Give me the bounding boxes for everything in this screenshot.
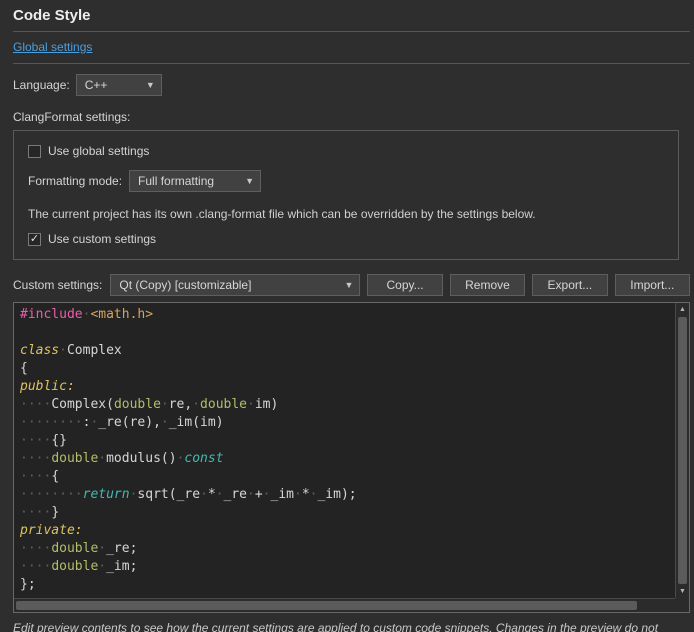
- horizontal-scrollbar[interactable]: [14, 598, 675, 612]
- code-line[interactable]: [20, 324, 667, 342]
- formatting-mode-row: Formatting mode: Full formatting ▼: [28, 170, 664, 192]
- code-line[interactable]: ····double·_re;: [20, 540, 667, 558]
- code-line[interactable]: ····double·_im;: [20, 558, 667, 576]
- language-dropdown[interactable]: C++ ▼: [76, 74, 162, 96]
- import-button[interactable]: Import...: [615, 274, 690, 296]
- use-custom-settings-checkbox[interactable]: ✓ Use custom settings: [28, 232, 664, 246]
- code-line[interactable]: {: [20, 360, 667, 378]
- code-line[interactable]: };: [20, 576, 667, 594]
- checkbox-checked-icon[interactable]: ✓: [28, 233, 41, 246]
- custom-settings-value: Qt (Copy) [customizable]: [119, 278, 251, 292]
- code-line[interactable]: public:: [20, 378, 667, 396]
- scrollbar-corner: [675, 598, 689, 612]
- code-style-page: Code Style Global settings Language: C++…: [0, 0, 694, 632]
- language-value: C++: [85, 78, 108, 92]
- code-line[interactable]: ····Complex(double·re,·double·im): [20, 396, 667, 414]
- remove-button[interactable]: Remove: [450, 274, 525, 296]
- language-label: Language:: [13, 78, 70, 92]
- horizontal-scrollbar-handle[interactable]: [16, 601, 637, 610]
- chevron-down-icon: ▼: [245, 176, 254, 186]
- clangformat-settings-label: ClangFormat settings:: [13, 110, 691, 124]
- use-global-settings-checkbox[interactable]: Use global settings: [28, 144, 664, 158]
- code-line[interactable]: class·Complex: [20, 342, 667, 360]
- use-custom-settings-label: Use custom settings: [48, 232, 156, 246]
- vertical-scrollbar-handle[interactable]: [678, 317, 687, 584]
- use-global-settings-label: Use global settings: [48, 144, 149, 158]
- code-line[interactable]: ····{: [20, 468, 667, 486]
- checkbox-unchecked-icon[interactable]: [28, 145, 41, 158]
- copy-button[interactable]: Copy...: [367, 274, 442, 296]
- code-line[interactable]: private:: [20, 522, 667, 540]
- code-line[interactable]: ····}: [20, 504, 667, 522]
- language-row: Language: C++ ▼: [13, 74, 691, 96]
- code-line[interactable]: ····double·modulus()·const: [20, 450, 667, 468]
- vertical-scrollbar[interactable]: ▲ ▼: [675, 303, 689, 598]
- formatting-mode-value: Full formatting: [138, 174, 214, 188]
- clang-format-file-note: The current project has its own .clang-f…: [28, 207, 664, 221]
- page-title: Code Style: [13, 7, 691, 24]
- code-preview-editor[interactable]: #include·<math.h> class·Complex{public:·…: [13, 302, 690, 613]
- clangformat-groupbox: Use global settings Formatting mode: Ful…: [13, 130, 679, 260]
- section-divider: [13, 63, 690, 64]
- footer-note: Edit preview contents to see how the cur…: [13, 621, 681, 632]
- scroll-up-icon[interactable]: ▲: [676, 303, 689, 316]
- chevron-down-icon: ▼: [344, 280, 353, 290]
- chevron-down-icon: ▼: [146, 80, 155, 90]
- formatting-mode-dropdown[interactable]: Full formatting ▼: [129, 170, 261, 192]
- code-line[interactable]: ····{}: [20, 432, 667, 450]
- code-content[interactable]: #include·<math.h> class·Complex{public:·…: [14, 303, 689, 594]
- formatting-mode-label: Formatting mode:: [28, 174, 122, 188]
- custom-settings-label: Custom settings:: [13, 278, 102, 292]
- scroll-down-icon[interactable]: ▼: [676, 585, 689, 598]
- custom-settings-row: Custom settings: Qt (Copy) [customizable…: [13, 274, 690, 296]
- code-line[interactable]: #include·<math.h>: [20, 306, 667, 324]
- global-settings-link[interactable]: Global settings: [13, 40, 92, 54]
- title-divider: [13, 31, 690, 32]
- code-line[interactable]: ········return·sqrt(_re·*·_re·+·_im·*·_i…: [20, 486, 667, 504]
- export-button[interactable]: Export...: [532, 274, 607, 296]
- custom-settings-dropdown[interactable]: Qt (Copy) [customizable] ▼: [110, 274, 360, 296]
- code-line[interactable]: ········:·_re(re),·_im(im): [20, 414, 667, 432]
